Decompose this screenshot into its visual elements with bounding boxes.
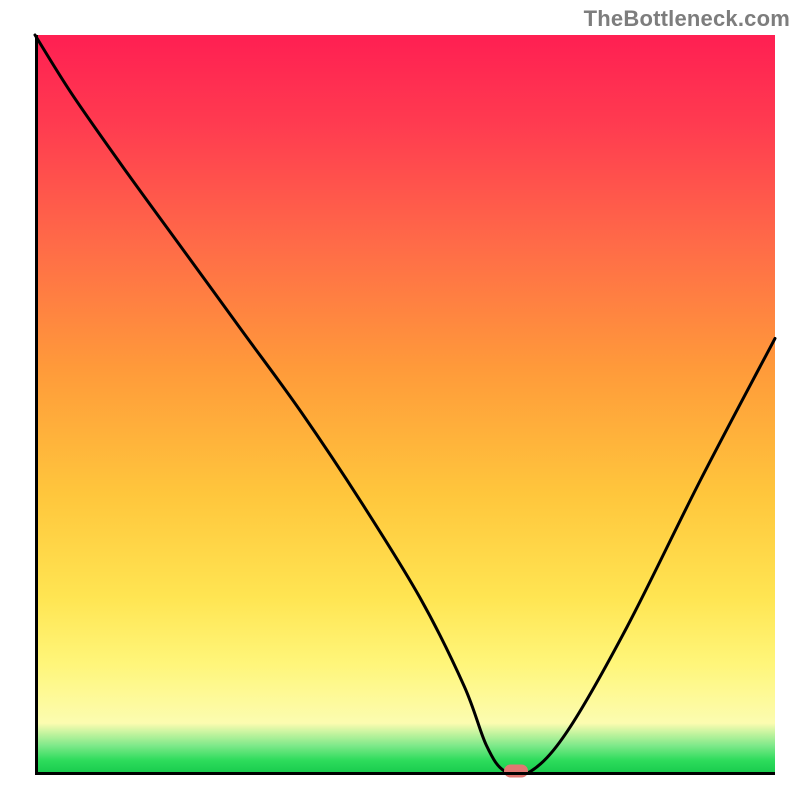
bottleneck-curve bbox=[35, 35, 775, 776]
chart-stage: TheBottleneck.com bbox=[0, 0, 800, 800]
curve-layer bbox=[35, 35, 775, 775]
minimum-marker bbox=[504, 765, 528, 778]
watermark-text: TheBottleneck.com bbox=[584, 6, 790, 32]
plot-area bbox=[35, 35, 775, 775]
